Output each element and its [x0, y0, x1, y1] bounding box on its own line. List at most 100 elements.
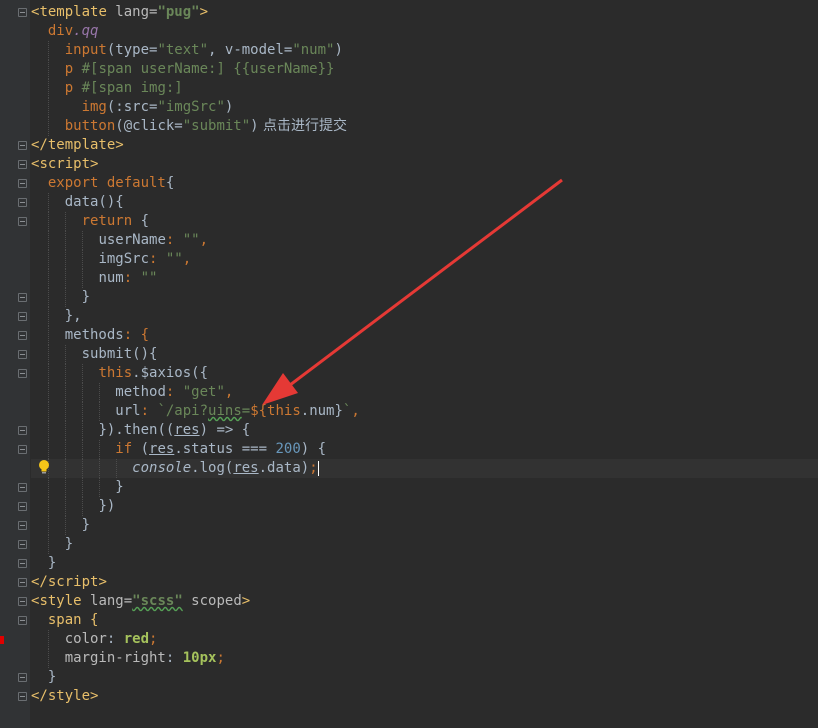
code-line: }: [31, 535, 818, 554]
token: }).then((: [98, 422, 175, 438]
token: button: [64, 118, 116, 134]
fold-marker-icon[interactable]: [18, 616, 27, 625]
text-caret: [317, 460, 319, 476]
token: margin-right: [64, 650, 166, 666]
token: "": [182, 232, 200, 248]
token: imgSrc: [98, 251, 150, 267]
code-line: }: [31, 668, 818, 687]
token: ;: [216, 650, 225, 666]
fold-marker-icon[interactable]: [18, 502, 27, 511]
token: method: [115, 384, 166, 400]
fold-marker-icon[interactable]: [18, 445, 27, 454]
fold-marker-icon[interactable]: [18, 673, 27, 682]
fold-marker-icon[interactable]: [18, 179, 27, 188]
token: "text": [157, 42, 209, 58]
code-line: },: [31, 307, 818, 326]
code-line: span {: [31, 611, 818, 630]
token: (type=: [106, 42, 158, 58]
token: .log(: [191, 460, 234, 476]
code-line: num: "": [31, 269, 818, 288]
code-line: }: [31, 288, 818, 307]
fold-marker-icon[interactable]: [18, 350, 27, 359]
fold-marker-icon[interactable]: [18, 160, 27, 169]
code-line: url: `/api?uins=${this.num}`,: [31, 402, 818, 421]
token: "": [140, 270, 158, 286]
code-line: }: [31, 554, 818, 573]
fold-marker-icon[interactable]: [18, 293, 27, 302]
fold-marker-icon[interactable]: [18, 8, 27, 17]
token: ;: [309, 460, 318, 476]
token: "num": [292, 42, 335, 58]
code-line: export default{: [31, 174, 818, 193]
token: ,: [182, 251, 192, 267]
fold-marker-icon[interactable]: [18, 559, 27, 568]
error-marker-icon: [0, 636, 4, 644]
token: ,: [351, 403, 360, 419]
token: :: [149, 251, 166, 267]
token: url: [115, 403, 141, 419]
token: :: [165, 384, 183, 400]
fold-marker-icon[interactable]: [18, 521, 27, 530]
token: >: [90, 156, 99, 172]
token: num: [98, 270, 124, 286]
token: "imgSrc": [157, 99, 225, 115]
token: (:src=: [106, 99, 158, 115]
token: }: [115, 479, 124, 495]
token: ,: [199, 232, 209, 248]
fold-marker-icon[interactable]: [18, 426, 27, 435]
token: red: [123, 631, 150, 647]
code-line: userName: "",: [31, 231, 818, 250]
token: submit(){: [81, 346, 158, 362]
editor-gutter[interactable]: [0, 0, 30, 728]
code-line: </template>: [31, 136, 818, 155]
code-line: </style>: [31, 687, 818, 706]
fold-marker-icon[interactable]: [18, 198, 27, 207]
token: :: [140, 403, 158, 419]
token: script: [47, 574, 99, 590]
token: .data): [258, 460, 310, 476]
token: </: [31, 574, 48, 590]
fold-marker-icon[interactable]: [18, 692, 27, 701]
code-editor[interactable]: <template lang="pug"> div.qq input(type=…: [0, 0, 818, 728]
token: res: [233, 460, 259, 476]
code-line: <style lang="scss" scoped>: [31, 592, 818, 611]
token: >: [115, 137, 124, 153]
fold-marker-icon[interactable]: [18, 217, 27, 226]
token: return: [81, 213, 133, 229]
lightbulb-icon[interactable]: [37, 459, 51, 475]
code-line: return {: [31, 212, 818, 231]
token: lang=: [81, 593, 133, 609]
token: img: [81, 99, 107, 115]
token: style: [47, 688, 91, 704]
fold-marker-icon[interactable]: [18, 483, 27, 492]
token: : {: [123, 327, 150, 343]
code-lines[interactable]: <template lang="pug"> div.qq input(type=…: [31, 3, 818, 706]
fold-marker-icon[interactable]: [18, 369, 27, 378]
token: 10px: [182, 650, 217, 666]
code-line: if (res.status === 200) {: [31, 440, 818, 459]
token: >: [199, 4, 209, 20]
fold-marker-icon[interactable]: [18, 597, 27, 606]
fold-marker-icon[interactable]: [18, 578, 27, 587]
token: },: [64, 308, 82, 324]
code-line: <template lang="pug">: [31, 3, 818, 22]
token: this: [267, 403, 301, 419]
token: "get": [182, 384, 225, 400]
fold-marker-icon[interactable]: [18, 331, 27, 340]
token: (@click=: [115, 118, 183, 134]
code-line: this.$axios({: [31, 364, 818, 383]
fold-marker-icon[interactable]: [18, 141, 27, 150]
token: (: [132, 441, 150, 457]
fold-marker-icon[interactable]: [18, 312, 27, 321]
token: .status ===: [174, 441, 276, 457]
token: .qq: [73, 23, 99, 39]
token: lang=: [106, 4, 158, 20]
token: #[span img:]: [73, 80, 183, 96]
code-line: submit(){: [31, 345, 818, 364]
fold-marker-icon[interactable]: [18, 540, 27, 549]
code-line: data(){: [31, 193, 818, 212]
token: if: [115, 441, 133, 457]
token: style: [39, 593, 82, 609]
token: ): [334, 42, 343, 58]
token: template: [47, 137, 116, 153]
